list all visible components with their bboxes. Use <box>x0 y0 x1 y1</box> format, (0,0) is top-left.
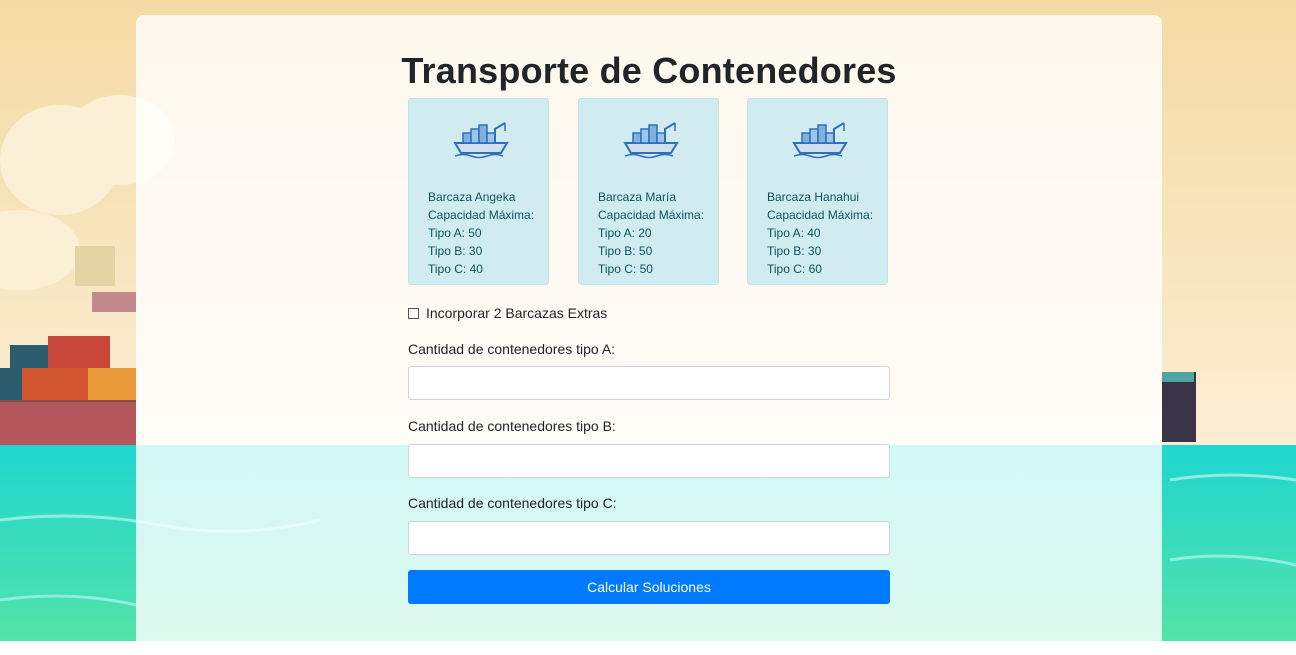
barge-name: Barcaza Hanahui <box>767 190 860 204</box>
cargo-ship-icon <box>792 122 848 159</box>
page-title: Transporte de Contenedores <box>401 50 897 91</box>
barge-cards: Barcaza Angeka Capacidad Máxima: Tipo A:… <box>408 98 890 287</box>
capacity-label: Capacidad Máxima: <box>428 208 535 222</box>
containers-a-input[interactable] <box>408 366 890 400</box>
extra-barges-checkbox[interactable] <box>408 307 419 319</box>
field-a-label: Cantidad de contenedores tipo A: <box>408 341 616 357</box>
calculate-button[interactable]: Calcular Soluciones <box>408 570 890 604</box>
capacity-tipo-c: Tipo C: 40 <box>428 262 483 276</box>
barge-card-angeka: Barcaza Angeka Capacidad Máxima: Tipo A:… <box>408 98 549 285</box>
capacity-tipo-a: Tipo A: 20 <box>598 226 652 240</box>
field-c-label: Cantidad de contenedores tipo C: <box>408 495 617 511</box>
extra-barges-label: Incorporar 2 Barcazas Extras <box>426 305 608 321</box>
main-panel: Transporte de Contenedores Barcaza Angek… <box>136 15 1162 655</box>
cargo-ship-icon <box>453 122 509 159</box>
capacity-tipo-b: Tipo B: 50 <box>598 244 653 258</box>
capacity-tipo-c: Tipo C: 50 <box>598 262 653 276</box>
capacity-tipo-b: Tipo B: 30 <box>428 244 483 258</box>
capacity-tipo-a: Tipo A: 50 <box>428 226 482 240</box>
barge-card-maria: Barcaza María Capacidad Máxima: Tipo A: … <box>578 98 719 285</box>
barge-name: Barcaza María <box>598 190 677 204</box>
capacity-tipo-a: Tipo A: 40 <box>767 226 821 240</box>
capacity-label: Capacidad Máxima: <box>767 208 874 222</box>
capacity-tipo-c: Tipo C: 60 <box>767 262 822 276</box>
capacity-tipo-b: Tipo B: 30 <box>767 244 822 258</box>
extra-barges-option[interactable]: Incorporar 2 Barcazas Extras <box>408 305 607 321</box>
field-b-label: Cantidad de contenedores tipo B: <box>408 418 616 434</box>
cargo-ship-icon <box>623 122 679 159</box>
barge-card-hanahui: Barcaza Hanahui Capacidad Máxima: Tipo A… <box>747 98 888 285</box>
capacity-label: Capacidad Máxima: <box>598 208 705 222</box>
barge-name: Barcaza Angeka <box>428 190 516 204</box>
containers-c-input[interactable] <box>408 521 890 555</box>
containers-b-input[interactable] <box>408 444 890 478</box>
